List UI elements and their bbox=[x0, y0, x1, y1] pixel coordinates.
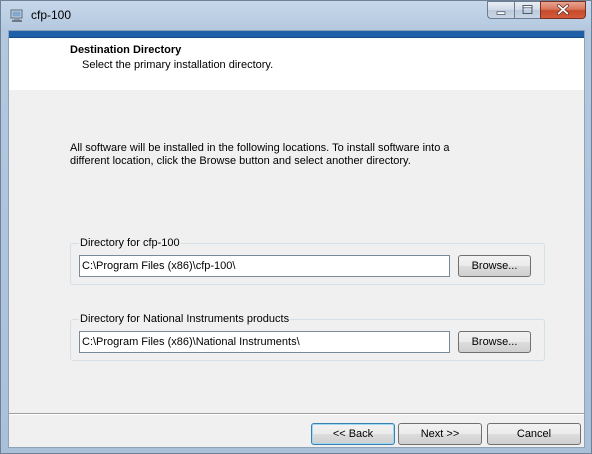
window-title: cfp-100 bbox=[31, 8, 72, 22]
header-panel: Destination Directory Select the primary… bbox=[9, 38, 584, 90]
ni-browse-button[interactable]: Browse... bbox=[458, 331, 531, 353]
cancel-button[interactable]: Cancel bbox=[487, 423, 581, 445]
back-button[interactable]: << Back bbox=[311, 423, 395, 445]
caption-buttons bbox=[487, 1, 586, 20]
minimize-icon bbox=[496, 11, 506, 15]
product-directory-label: Directory for cfp-100 bbox=[79, 237, 181, 250]
product-browse-button[interactable]: Browse... bbox=[458, 255, 531, 277]
intro-text: All software will be installed in the fo… bbox=[70, 142, 450, 167]
dialog-client-area: Destination Directory Select the primary… bbox=[8, 30, 585, 448]
close-icon bbox=[557, 4, 569, 16]
footer-separator bbox=[9, 413, 584, 415]
maximize-icon bbox=[522, 5, 533, 14]
maximize-button[interactable] bbox=[514, 1, 540, 19]
product-directory-input[interactable]: C:\Program Files (x86)\cfp-100\ bbox=[79, 255, 450, 277]
minimize-button[interactable] bbox=[487, 1, 514, 19]
ni-directory-input[interactable]: C:\Program Files (x86)\National Instrume… bbox=[79, 331, 450, 353]
title-bar[interactable]: cfp-100 bbox=[1, 1, 591, 29]
close-button[interactable] bbox=[540, 1, 586, 19]
ni-directory-group: Directory for National Instruments produ… bbox=[70, 313, 545, 361]
page-subtitle: Select the primary installation director… bbox=[82, 59, 274, 71]
ni-directory-label: Directory for National Instruments produ… bbox=[79, 313, 291, 326]
next-button[interactable]: Next >> bbox=[398, 423, 482, 445]
product-directory-group: Directory for cfp-100 C:\Program Files (… bbox=[70, 237, 545, 285]
installer-window: cfp-100 Destination Directory Select the… bbox=[0, 0, 592, 454]
page-title: Destination Directory bbox=[70, 44, 182, 56]
installer-icon bbox=[10, 9, 23, 22]
header-accent-strip bbox=[9, 31, 584, 38]
